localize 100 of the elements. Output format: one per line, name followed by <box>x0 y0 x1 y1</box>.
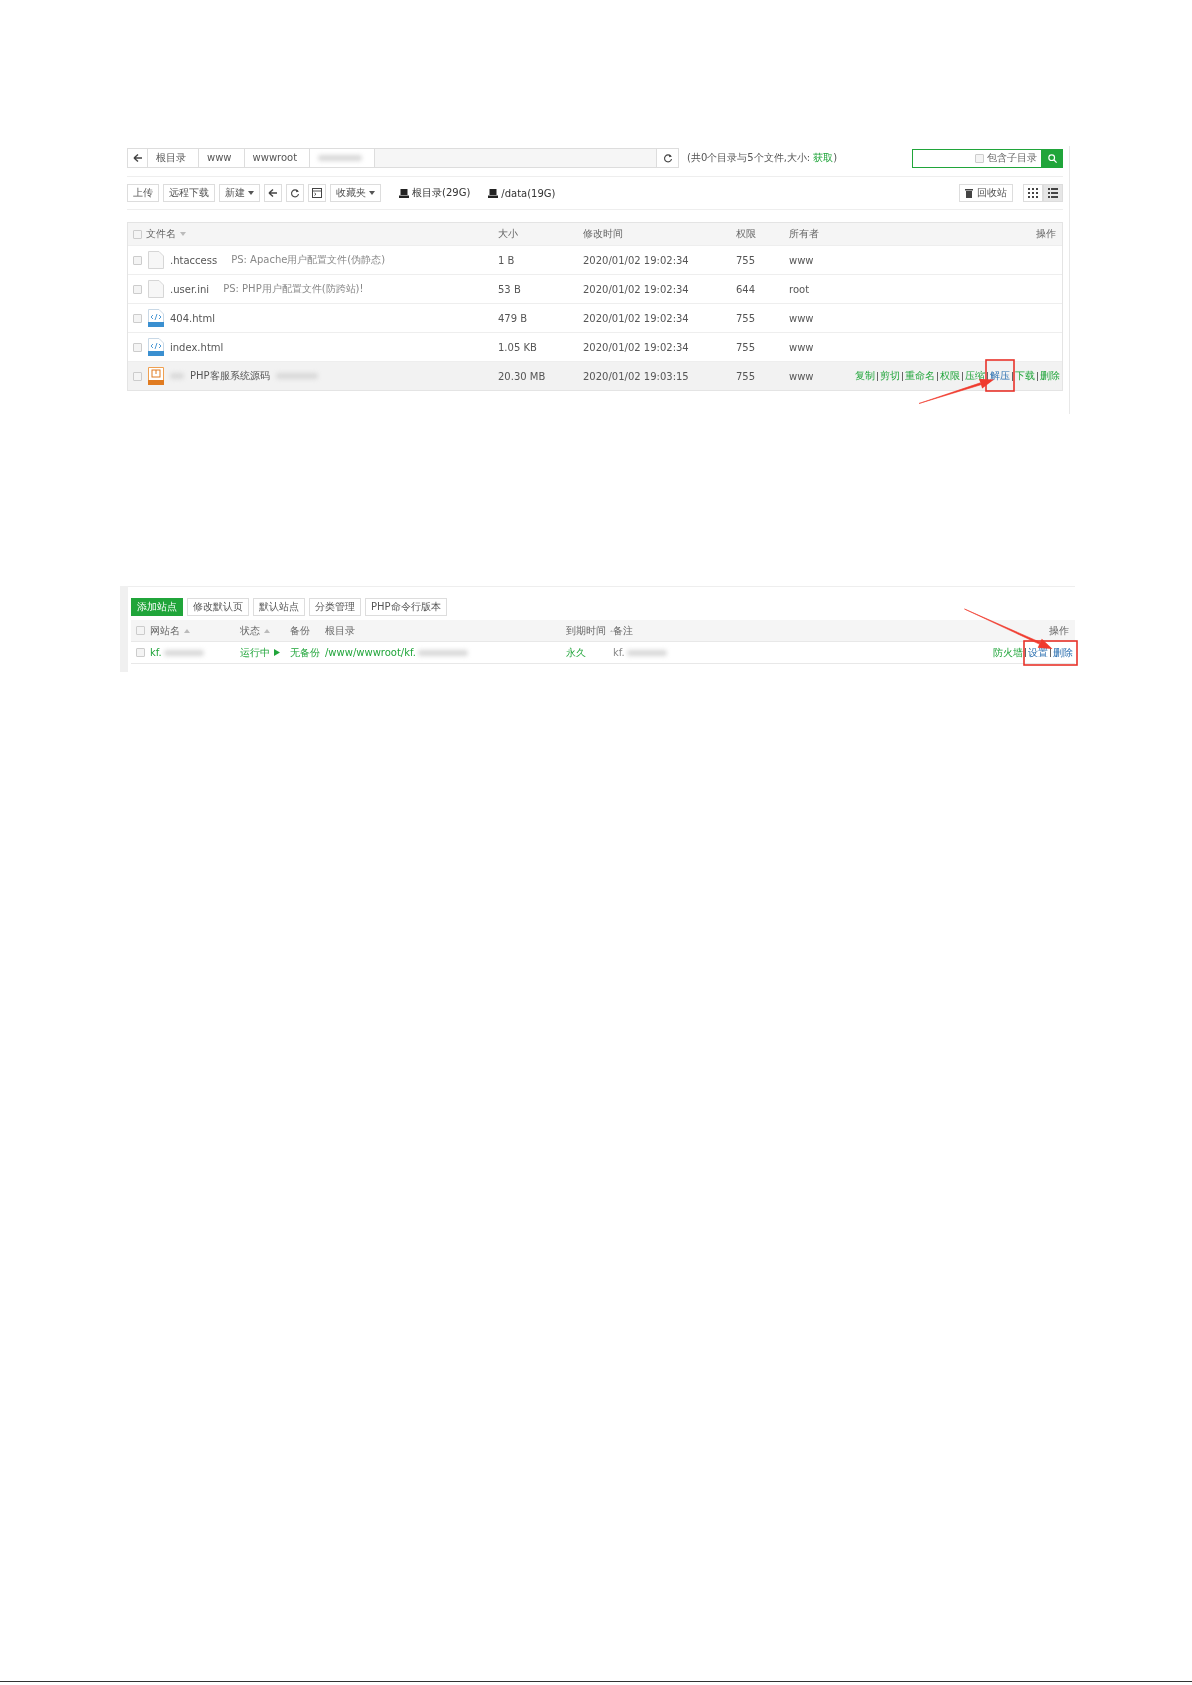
column-header: 备份 <box>290 623 311 638</box>
table-cell-text: www <box>789 341 815 353</box>
table-cell-text: 755 <box>736 312 757 324</box>
checkbox-label: 包含子目录 <box>987 151 1037 165</box>
checkbox[interactable] <box>132 371 142 381</box>
file-icon <box>148 280 164 298</box>
table-cell-text: 755 <box>736 370 757 382</box>
toolbar-button[interactable]: 默认站点 <box>253 598 305 616</box>
status-link[interactable]: 运行中 <box>240 645 280 660</box>
toolbar-button[interactable]: 远程下载 <box>163 184 215 202</box>
search-button[interactable] <box>1042 148 1063 168</box>
backup-link[interactable]: 无备份 <box>290 646 320 658</box>
toolbar-button[interactable]: PHP命令行版本 <box>365 598 447 616</box>
table-cell-text: 2020/01/02 19:02:34 <box>583 341 690 353</box>
caret-icon <box>369 191 375 195</box>
column-header: 所有者 <box>789 227 820 241</box>
action-link[interactable]: 设置 <box>1028 645 1048 660</box>
checkbox[interactable] <box>132 313 142 323</box>
file-note: PS: Apache用户配置文件(伪静态) <box>231 253 386 267</box>
column-header[interactable]: 到期时间 <box>566 623 613 638</box>
drive-icon <box>399 188 409 198</box>
table-cell-text: 479 B <box>498 312 529 324</box>
column-header: 操作 <box>1035 227 1057 241</box>
action-link[interactable]: 解压 <box>990 369 1010 383</box>
table-cell-text: 1.05 KB <box>498 341 538 353</box>
table-cell-text: root <box>789 283 811 295</box>
root-path-link[interactable]: /www/wwwroot/kf. <box>325 647 416 658</box>
caret-icon <box>248 191 254 195</box>
checkbox[interactable] <box>132 342 142 352</box>
back-button[interactable] <box>264 184 282 202</box>
grid-icon <box>1028 188 1038 198</box>
disk-link[interactable]: /data(19G) <box>501 187 556 199</box>
toolbar-button[interactable]: 修改默认页 <box>187 598 249 616</box>
action-link[interactable]: 删除 <box>1053 645 1073 660</box>
checkbox[interactable] <box>132 229 142 239</box>
checkbox[interactable] <box>975 153 984 163</box>
file-name[interactable]: 404.html <box>170 312 216 324</box>
column-header[interactable]: 文件名 <box>146 227 498 241</box>
table-cell-text: 2020/01/02 19:02:34 <box>583 283 690 295</box>
column-header[interactable]: 网站名 <box>150 623 240 638</box>
column-header: 大小 <box>498 227 519 241</box>
refresh-button[interactable] <box>286 184 304 202</box>
refresh-button[interactable] <box>656 149 678 167</box>
subdirectory-checkbox[interactable]: 包含子目录 <box>975 151 1037 165</box>
site-name-link[interactable]: kf. <box>150 647 162 658</box>
file-name[interactable]: .user.ini <box>170 283 210 295</box>
play-icon <box>274 649 280 656</box>
sort-arrow-icon <box>264 628 270 633</box>
column-header: 修改时间 <box>583 227 624 241</box>
fetch-link[interactable]: 获取 <box>813 152 834 163</box>
breadcrumb-item[interactable]: wwwroot <box>244 149 311 167</box>
recycle-bin-button[interactable]: 回收站 <box>959 184 1013 202</box>
list-icon <box>1048 188 1058 198</box>
file-name[interactable]: .htaccess <box>170 254 218 266</box>
table-cell-text: 2020/01/02 19:02:34 <box>583 312 690 324</box>
back-arrow-icon <box>132 153 143 163</box>
table-cell-text: 2020/01/02 19:02:34 <box>583 254 690 266</box>
back-button[interactable] <box>128 149 148 167</box>
column-header[interactable]: 状态 <box>240 623 290 638</box>
file-row[interactable]: PHP客服系统源码 20.30 MB 2020/01/02 19:03:15 755 www 复制 剪切 重命名 权限 压缩 解压 下载 删除 <box>128 361 1062 390</box>
breadcrumb-item[interactable]: 根目录 <box>148 149 199 167</box>
terminal-icon <box>312 188 322 198</box>
archive-file-icon <box>148 367 164 385</box>
sort-arrow-icon <box>184 628 190 633</box>
checkbox[interactable] <box>132 284 142 294</box>
checkbox[interactable] <box>136 648 145 657</box>
note-text[interactable]: kf. <box>613 647 625 658</box>
sort-caret-icon <box>180 232 186 236</box>
checkbox[interactable] <box>132 255 142 265</box>
checkbox[interactable] <box>136 626 145 635</box>
file-row[interactable]: .htaccess PS: Apache用户配置文件(伪静态) 1 B 2020/01/02 19:02:34 755 www <box>128 245 1062 274</box>
file-row[interactable]: .user.ini PS: PHP用户配置文件(防跨站)! 53 B 2020/01/02 19:02:34 644 root <box>128 274 1062 303</box>
table-cell-text: 1 B <box>498 254 516 266</box>
breadcrumb-item[interactable]: www <box>199 149 245 167</box>
file-name[interactable]: index.html <box>170 341 224 353</box>
file-note: PS: PHP用户配置文件(防跨站)! <box>223 282 364 296</box>
toolbar-button[interactable]: 上传 <box>127 184 159 202</box>
action-link[interactable]: 防火墙 <box>993 645 1023 660</box>
toolbar-button[interactable]: 分类管理 <box>309 598 361 616</box>
table-cell-text: 755 <box>736 254 757 266</box>
terminal-button[interactable] <box>308 184 326 202</box>
redacted-blur <box>418 649 468 656</box>
column-header: 操作 <box>1048 623 1070 638</box>
code-file-icon <box>148 309 164 327</box>
file-row[interactable]: 404.html 479 B 2020/01/02 19:02:34 755 www <box>128 303 1062 332</box>
search-icon <box>1048 152 1057 164</box>
expiry-link[interactable]: 永久 <box>566 646 586 658</box>
column-header: 备注 <box>613 623 634 638</box>
back-arrow-icon <box>268 188 278 198</box>
dropdown-button[interactable]: 新建 <box>219 184 260 202</box>
search-field[interactable]: 包含子目录 <box>912 148 1042 168</box>
dropdown-button[interactable]: 收藏夹 <box>330 184 381 202</box>
file-name[interactable]: PHP客服系统源码 <box>190 369 270 383</box>
add-site-button[interactable]: 添加站点 <box>131 598 183 616</box>
list-view-button[interactable] <box>1043 184 1063 202</box>
grid-view-button[interactable] <box>1023 184 1043 202</box>
disk-link[interactable]: 根目录(29G) <box>412 186 471 200</box>
drive-icon <box>488 188 499 198</box>
table-cell-text: www <box>789 370 815 382</box>
highlight-box <box>1023 640 1078 666</box>
